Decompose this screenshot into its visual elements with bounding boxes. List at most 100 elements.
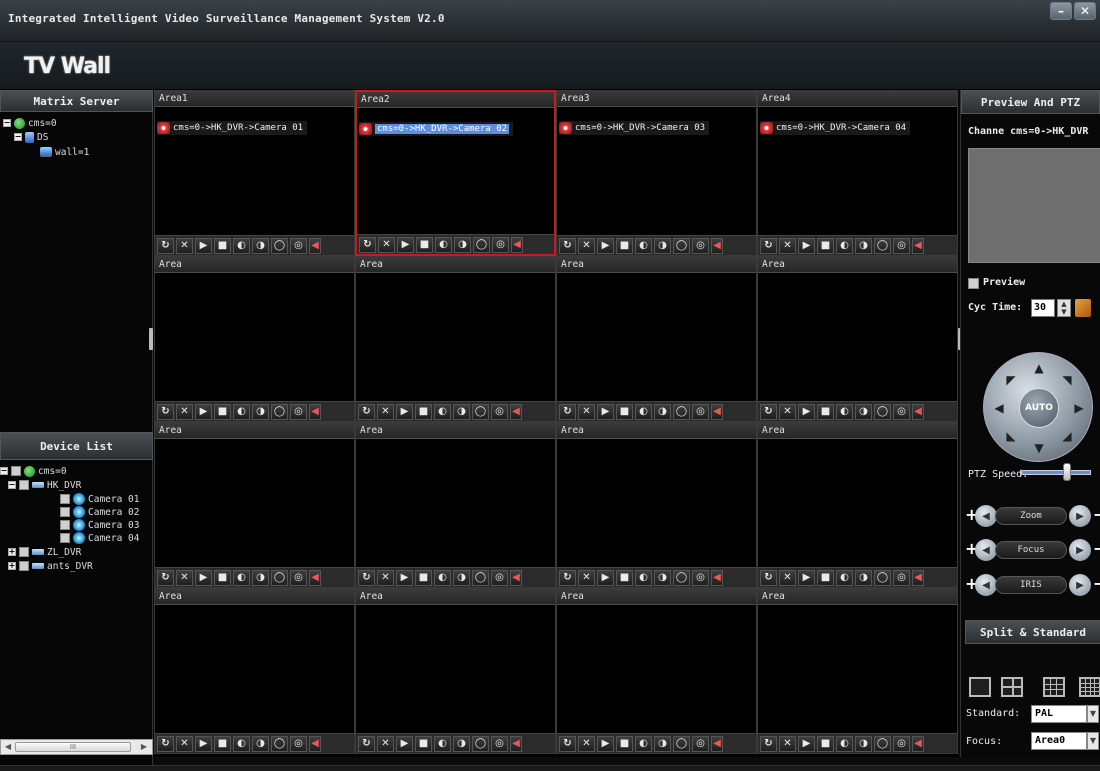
wall-area-cell[interactable]: Area ↻ ✕ ▶ ■ ◐ ◑ ◯ ◎ ◀ xyxy=(556,422,757,588)
stop-icon[interactable]: ■ xyxy=(214,237,231,254)
close-icon[interactable]: ✕ xyxy=(176,569,193,586)
volume-icon[interactable]: ◀ xyxy=(711,735,723,752)
node-checkbox[interactable] xyxy=(60,520,70,530)
device-node-camera[interactable]: Camera 03 xyxy=(60,518,139,532)
horizontal-scrollbar[interactable]: ◀ III ▶ xyxy=(0,739,153,755)
stop-icon[interactable]: ■ xyxy=(415,569,432,586)
refresh-icon[interactable]: ↻ xyxy=(358,569,375,586)
refresh-icon[interactable]: ↻ xyxy=(559,735,576,752)
focus-up-icon[interactable]: ◐ xyxy=(233,735,250,752)
focus-down-icon[interactable]: ◑ xyxy=(454,236,471,253)
refresh-icon[interactable]: ↻ xyxy=(760,403,777,420)
stream-item[interactable]: cms=0->HK_DVR->Camera 04 xyxy=(760,121,911,135)
zoom-up-icon[interactable]: ◯ xyxy=(271,237,288,254)
focus-down-icon[interactable]: ◑ xyxy=(252,237,269,254)
chevron-down-icon[interactable]: ▼ xyxy=(1087,705,1099,723)
focus-up-icon[interactable]: ◐ xyxy=(434,403,451,420)
wall-area-cell[interactable]: Area3 cms=0->HK_DVR->Camera 03 ↻ ✕ ▶ ■ ◐ ◑ ◯ ◎ ◀ xyxy=(556,90,757,256)
split-16-button[interactable] xyxy=(1079,677,1100,697)
device-node-hk-dvr[interactable]: − HK_DVR xyxy=(8,478,81,492)
refresh-icon[interactable]: ↻ xyxy=(559,237,576,254)
wall-area-cell[interactable]: Area ↻ ✕ ▶ ■ ◐ ◑ ◯ ◎ ◀ xyxy=(757,422,958,588)
stream-item[interactable]: cms=0->HK_DVR->Camera 01 xyxy=(157,121,308,135)
focus-up-icon[interactable]: ◐ xyxy=(434,569,451,586)
wall-area-cell[interactable]: Area ↻ ✕ ▶ ■ ◐ ◑ ◯ ◎ ◀ xyxy=(154,422,355,588)
wall-area-cell[interactable]: Area ↻ ✕ ▶ ■ ◐ ◑ ◯ ◎ ◀ xyxy=(556,588,757,754)
wall-area-cell[interactable]: Area ↻ ✕ ▶ ■ ◐ ◑ ◯ ◎ ◀ xyxy=(757,588,958,754)
volume-icon[interactable]: ◀ xyxy=(912,237,924,254)
focus-down-icon[interactable]: ◑ xyxy=(252,403,269,420)
zoom-down-icon[interactable]: ◎ xyxy=(893,735,910,752)
ptz-up-left-icon[interactable]: ◤ xyxy=(1002,371,1020,389)
focus-select[interactable]: Area0 xyxy=(1031,732,1087,750)
collapse-icon[interactable]: − xyxy=(3,119,11,127)
focus-up-icon[interactable]: ◐ xyxy=(233,403,250,420)
focus-down-icon[interactable]: ◑ xyxy=(453,569,470,586)
zoom-down-icon[interactable]: ◎ xyxy=(692,237,709,254)
refresh-icon[interactable]: ↻ xyxy=(559,569,576,586)
wall-area-cell[interactable]: Area ↻ ✕ ▶ ■ ◐ ◑ ◯ ◎ ◀ xyxy=(757,256,958,422)
ptz-down-left-icon[interactable]: ◣ xyxy=(1002,427,1020,445)
refresh-icon[interactable]: ↻ xyxy=(359,236,376,253)
play-icon[interactable]: ▶ xyxy=(195,735,212,752)
focus-up-icon[interactable]: ◐ xyxy=(434,735,451,752)
node-checkbox[interactable] xyxy=(19,547,29,557)
volume-icon[interactable]: ◀ xyxy=(711,237,723,254)
node-checkbox[interactable] xyxy=(60,507,70,517)
stop-icon[interactable]: ■ xyxy=(214,403,231,420)
wall-area-cell[interactable]: Area ↻ ✕ ▶ ■ ◐ ◑ ◯ ◎ ◀ xyxy=(355,256,556,422)
zoom-up-icon[interactable]: ◯ xyxy=(472,735,489,752)
play-icon[interactable]: ▶ xyxy=(597,403,614,420)
wall-area-cell[interactable]: Area ↻ ✕ ▶ ■ ◐ ◑ ◯ ◎ ◀ xyxy=(556,256,757,422)
zoom-down-icon[interactable]: ◎ xyxy=(290,735,307,752)
play-icon[interactable]: ▶ xyxy=(798,237,815,254)
close-icon[interactable]: ✕ xyxy=(377,735,394,752)
play-icon[interactable]: ▶ xyxy=(798,735,815,752)
expand-icon[interactable]: + xyxy=(8,548,16,556)
zoom-up-icon[interactable]: ◯ xyxy=(472,403,489,420)
node-checkbox[interactable] xyxy=(19,480,29,490)
close-icon[interactable]: ✕ xyxy=(779,569,796,586)
volume-icon[interactable]: ◀ xyxy=(309,569,321,586)
zoom-up-icon[interactable]: ◯ xyxy=(673,569,690,586)
zoom-down-icon[interactable]: ◎ xyxy=(491,403,508,420)
refresh-icon[interactable]: ↻ xyxy=(760,735,777,752)
expand-icon[interactable]: + xyxy=(8,562,16,570)
stop-icon[interactable]: ■ xyxy=(616,403,633,420)
zoom-down-icon[interactable]: ◎ xyxy=(492,236,509,253)
close-icon[interactable]: ✕ xyxy=(578,237,595,254)
ptz-left-icon[interactable]: ◀ xyxy=(990,399,1008,417)
play-icon[interactable]: ▶ xyxy=(397,236,414,253)
refresh-icon[interactable]: ↻ xyxy=(559,403,576,420)
volume-icon[interactable]: ◀ xyxy=(912,735,924,752)
wall-area-cell[interactable]: Area2 cms=0->HK_DVR->Camera 02 ↻ ✕ ▶ ■ ◐ ◑ ◯ ◎ ◀ xyxy=(355,90,556,256)
zoom-down-icon[interactable]: ◎ xyxy=(692,735,709,752)
scroll-thumb[interactable]: III xyxy=(15,742,131,752)
volume-icon[interactable]: ◀ xyxy=(912,403,924,420)
play-icon[interactable]: ▶ xyxy=(195,403,212,420)
focus-down-icon[interactable]: ◑ xyxy=(453,735,470,752)
focus-down-icon[interactable]: ◑ xyxy=(855,735,872,752)
stop-icon[interactable]: ■ xyxy=(817,403,834,420)
refresh-icon[interactable]: ↻ xyxy=(760,237,777,254)
zoom-down-icon[interactable]: ◎ xyxy=(491,735,508,752)
ptz-down-icon[interactable]: ▼ xyxy=(1030,439,1048,457)
wall-area-cell[interactable]: Area ↻ ✕ ▶ ■ ◐ ◑ ◯ ◎ ◀ xyxy=(154,588,355,754)
device-node-cms[interactable]: − cms=0 xyxy=(0,464,67,478)
cyc-time-input[interactable]: 30 xyxy=(1031,299,1055,317)
close-icon[interactable]: ✕ xyxy=(779,403,796,420)
focus-down-icon[interactable]: ◑ xyxy=(654,403,671,420)
zoom-down-icon[interactable]: ◎ xyxy=(893,403,910,420)
zoom-down-icon[interactable]: ◎ xyxy=(290,237,307,254)
device-node-camera[interactable]: Camera 04 xyxy=(60,531,139,545)
zoom-up-icon[interactable]: ◯ xyxy=(673,237,690,254)
play-icon[interactable]: ▶ xyxy=(798,403,815,420)
zoom-up-icon[interactable]: ◯ xyxy=(874,569,891,586)
play-icon[interactable]: ▶ xyxy=(396,735,413,752)
chevron-down-icon[interactable]: ▼ xyxy=(1087,732,1099,750)
zoom-up-icon[interactable]: ◯ xyxy=(874,237,891,254)
focus-up-icon[interactable]: ◐ xyxy=(635,735,652,752)
volume-icon[interactable]: ◀ xyxy=(309,237,321,254)
close-icon[interactable]: ✕ xyxy=(578,569,595,586)
collapse-icon[interactable]: − xyxy=(0,467,8,475)
